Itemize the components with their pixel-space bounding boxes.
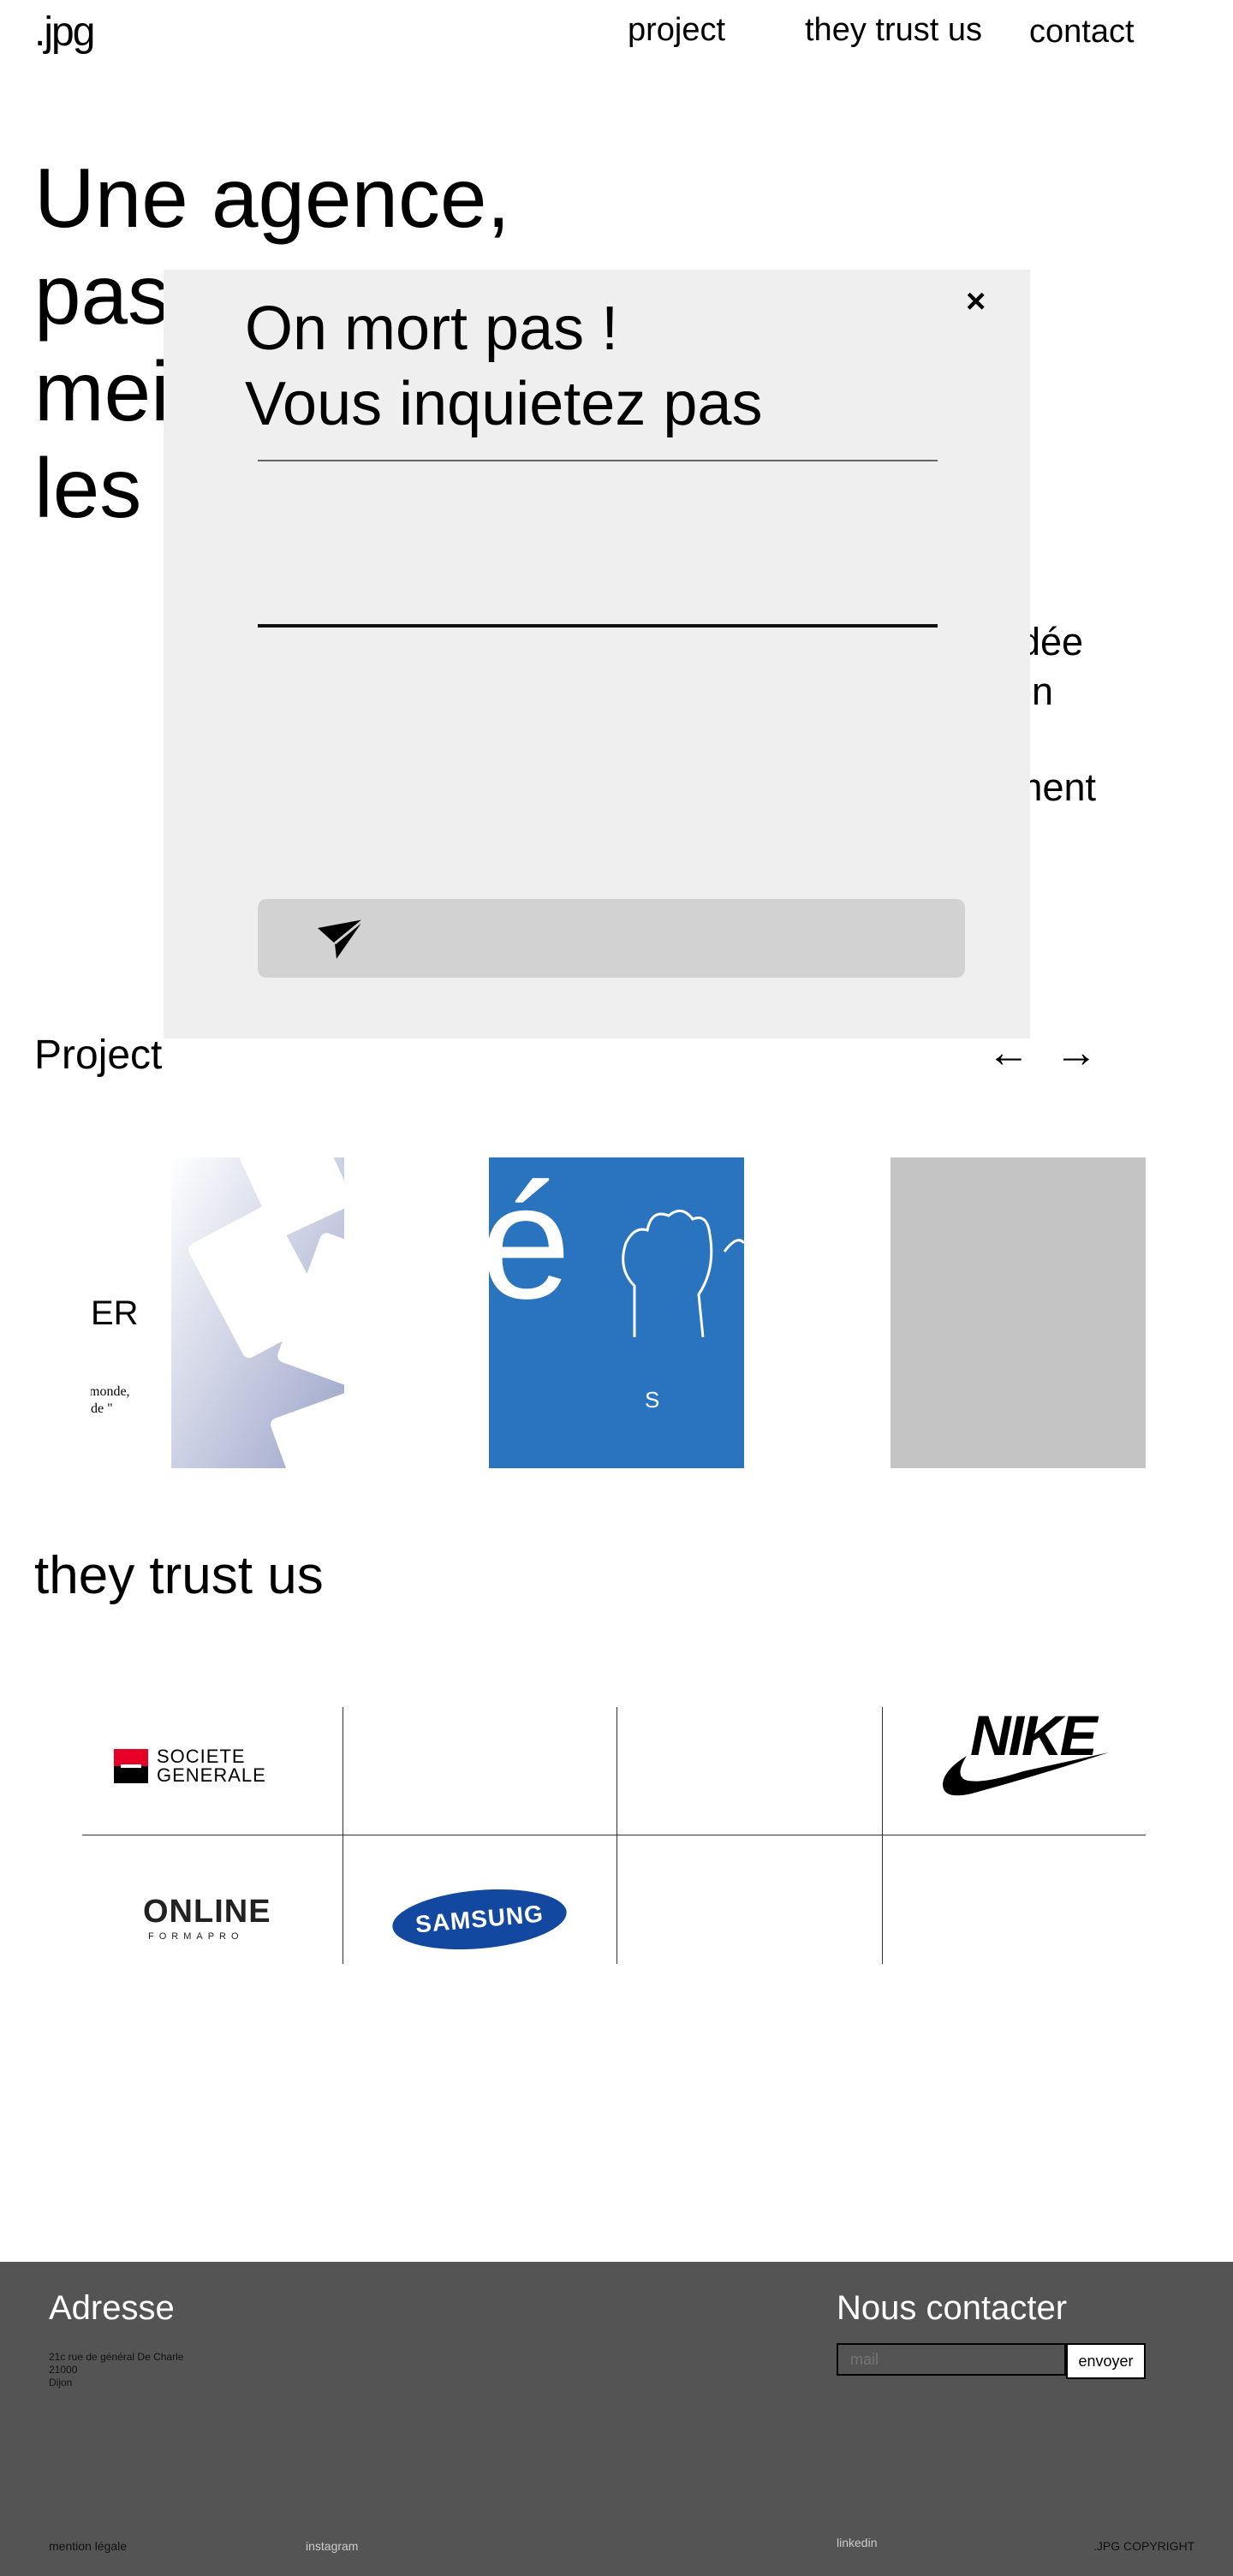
copyright: .JPG COPYRIGHT: [1093, 2539, 1195, 2553]
card-1-text: monde,: [91, 1384, 130, 1399]
address-title: Adresse: [49, 2289, 175, 2327]
project-card-3[interactable]: [890, 1157, 1146, 1468]
online-text: ONLINE: [143, 1894, 271, 1930]
send-button[interactable]: [258, 899, 965, 978]
hand-sign-icon: [622, 1209, 744, 1337]
samsung-logo: SAMSUNG: [390, 1883, 569, 1956]
card-1-text: de ": [91, 1401, 113, 1416]
send-mail-button[interactable]: envoyer: [1066, 2343, 1146, 2379]
sg-text: SOCIETE: [157, 1746, 246, 1767]
sg-flag-top: [114, 1749, 148, 1766]
modal-message-field[interactable]: [258, 527, 938, 628]
legal-link[interactable]: mention légale: [49, 2539, 127, 2553]
address-line: 21000: [49, 2364, 78, 2376]
linkedin-link[interactable]: linkedin: [837, 2536, 877, 2549]
sg-text: GENERALE: [157, 1764, 266, 1786]
contact-title: Nous contacter: [837, 2289, 1068, 2327]
card-1-text: ER: [91, 1294, 139, 1332]
close-icon[interactable]: ×: [966, 283, 986, 321]
address-text: 21c rue de général De Charle 21000 Dijon: [49, 2351, 183, 2389]
sg-flag-bar: [121, 1764, 141, 1768]
nav-they-trust-us[interactable]: they trust us: [805, 12, 982, 49]
grid-divider: [616, 1707, 617, 1964]
mail-input[interactable]: [837, 2343, 1066, 2376]
footer: Adresse 21c rue de général De Charle 210…: [0, 2262, 1233, 2576]
societe-generale-logo: SOCIETE GENERALE: [114, 1746, 294, 1786]
project-title: Project: [34, 1032, 163, 1078]
online-formapro-logo: ONLINE FORMAPRO: [143, 1894, 271, 1945]
logo[interactable]: .jpg: [34, 9, 95, 56]
samsung-text: SAMSUNG: [414, 1900, 545, 1938]
project-card-2[interactable]: é S: [489, 1157, 744, 1468]
nav-contact[interactable]: contact: [1029, 14, 1135, 51]
contact-modal: On mort pas ! Vous inquietez pas ×: [164, 270, 1030, 1038]
next-arrow-icon[interactable]: →: [1055, 1027, 1098, 1077]
nav-project[interactable]: project: [628, 12, 725, 49]
instagram-link[interactable]: instagram: [306, 2539, 358, 2553]
hero-line: Une agence,: [34, 151, 510, 245]
card-2-text: S: [645, 1387, 660, 1413]
nike-swoosh-icon: [942, 1752, 1109, 1796]
modal-input-field[interactable]: [258, 415, 938, 461]
address-line: 21c rue de général De Charle: [49, 2351, 184, 2363]
trust-title: they trust us: [34, 1546, 324, 1605]
nike-logo: NIKE: [938, 1704, 1113, 1802]
sg-flag-bottom: [114, 1766, 148, 1783]
project-card-1[interactable]: ER monde, de ": [91, 1157, 344, 1468]
grid-divider: [882, 1707, 883, 1964]
modal-title-line: On mort pas !: [245, 294, 619, 363]
card-2-text: é: [489, 1157, 571, 1333]
paper-plane-icon: [318, 919, 364, 959]
online-sub-text: FORMAPRO: [148, 1931, 244, 1942]
grid-divider: [342, 1707, 343, 1964]
address-line: Dijon: [49, 2377, 73, 2389]
